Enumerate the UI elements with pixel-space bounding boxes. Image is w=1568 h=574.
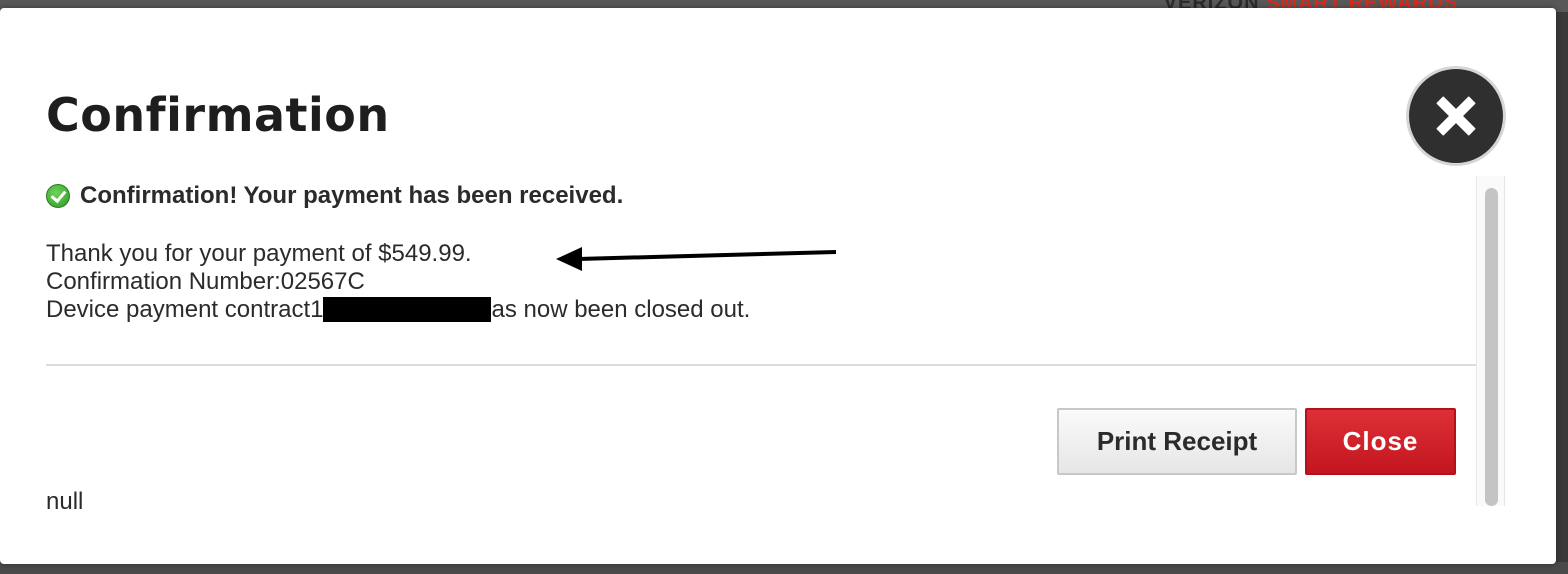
annotation-arrow-icon <box>556 247 837 271</box>
confirmation-modal: Confirmation Confirmation! Your payment … <box>0 8 1556 564</box>
confirmation-number-line: Confirmation Number:02567C <box>46 268 365 295</box>
print-receipt-button[interactable]: Print Receipt <box>1057 408 1297 475</box>
footer-null-text: null <box>46 488 84 515</box>
redaction-bar <box>323 297 492 322</box>
contract-visible-char: 1 <box>310 296 324 323</box>
divider <box>46 364 1476 366</box>
status-message: Confirmation! Your payment has been rece… <box>80 182 624 209</box>
scrollbar-thumb[interactable] <box>1485 188 1498 506</box>
status-line: Confirmation! Your payment has been rece… <box>46 182 623 210</box>
scrollbar[interactable] <box>1476 176 1505 506</box>
check-circle-icon <box>46 184 70 208</box>
contract-prefix: Device payment contract <box>46 296 311 323</box>
close-button[interactable]: Close <box>1305 408 1456 475</box>
modal-title: Confirmation <box>46 88 390 142</box>
contract-closed-line: Device payment contract1 as now been clos… <box>46 296 750 324</box>
modal-body: Confirmation! Your payment has been rece… <box>0 176 1508 515</box>
close-x-icon[interactable] <box>1406 66 1506 166</box>
contract-suffix: as now been closed out. <box>491 296 751 323</box>
